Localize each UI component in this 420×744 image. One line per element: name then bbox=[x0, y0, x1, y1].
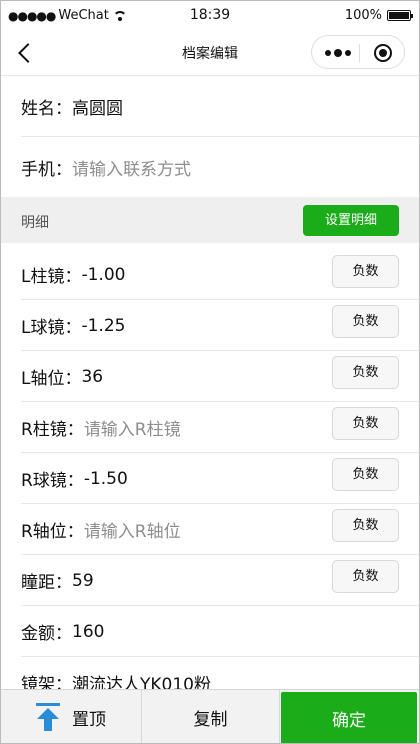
name-value[interactable]: 高圆圆 bbox=[72, 94, 123, 119]
nav-bar: 档案编辑 bbox=[1, 31, 419, 76]
detail-label: L球镜： bbox=[21, 318, 82, 338]
details-section-header: 明细 设置明细 bbox=[1, 197, 419, 243]
negative-button[interactable]: 负数 bbox=[332, 356, 399, 389]
detail-label: R轴位： bbox=[21, 522, 84, 542]
negative-button[interactable]: 负数 bbox=[332, 509, 399, 542]
battery-icon bbox=[387, 10, 413, 21]
detail-label: L柱镜： bbox=[21, 267, 82, 287]
negative-button[interactable]: 负数 bbox=[332, 560, 399, 593]
copy-label: 复制 bbox=[193, 709, 228, 730]
detail-row-amount[interactable]: 金额： 160 bbox=[1, 606, 419, 657]
battery-percent: 100% bbox=[344, 8, 382, 23]
detail-label: R球镜： bbox=[21, 471, 84, 491]
phone-row[interactable]: 手机： 请输入联系方式 bbox=[1, 137, 419, 197]
detail-value[interactable]: -1.50 bbox=[84, 469, 128, 489]
detail-value[interactable]: 160 bbox=[72, 622, 104, 642]
confirm-button[interactable]: 确定 bbox=[281, 692, 417, 743]
detail-row-l-sph[interactable]: L球镜： -1.25 负数 bbox=[1, 300, 419, 351]
negative-button[interactable]: 负数 bbox=[332, 305, 399, 338]
negative-button[interactable]: 负数 bbox=[332, 255, 399, 288]
detail-label: L轴位： bbox=[21, 369, 82, 389]
phone-label: 手机： bbox=[21, 159, 72, 180]
name-label: 姓名： bbox=[21, 98, 72, 119]
detail-value[interactable]: -1.25 bbox=[81, 316, 125, 336]
confirm-label: 确定 bbox=[332, 710, 366, 731]
detail-value[interactable]: 59 bbox=[72, 571, 94, 591]
status-bar: ●●●●● WeChat 18:39 100% bbox=[1, 1, 419, 31]
close-target-icon[interactable] bbox=[374, 44, 392, 62]
pin-top-label: 置顶 bbox=[72, 709, 106, 730]
detail-row-r-sph[interactable]: R球镜： -1.50 负数 bbox=[1, 453, 419, 504]
detail-value[interactable]: 36 bbox=[81, 367, 103, 387]
detail-row-l-cyl[interactable]: L柱镜： -1.00 负数 bbox=[1, 249, 419, 300]
name-row[interactable]: 姓名： 高圆圆 bbox=[1, 75, 419, 137]
set-details-button[interactable]: 设置明细 bbox=[303, 205, 399, 236]
detail-row-l-axis[interactable]: L轴位： 36 负数 bbox=[1, 351, 419, 402]
pin-top-arrow-icon bbox=[36, 703, 60, 731]
app-frame: ●●●●● WeChat 18:39 100% 档案编辑 姓名： 高圆圆 手机：… bbox=[0, 0, 420, 744]
status-right: 100% bbox=[344, 8, 413, 23]
detail-label: 金额： bbox=[21, 624, 72, 644]
pin-top-button[interactable]: 置顶 bbox=[1, 690, 142, 743]
details-section-title: 明细 bbox=[21, 215, 49, 231]
negative-button[interactable]: 负数 bbox=[332, 458, 399, 491]
detail-input[interactable]: 请输入R轴位 bbox=[84, 517, 181, 542]
detail-label: R柱镜： bbox=[21, 420, 84, 440]
detail-label: 瞳距： bbox=[21, 573, 72, 593]
more-options-icon[interactable] bbox=[325, 49, 351, 57]
phone-input[interactable]: 请输入联系方式 bbox=[72, 155, 191, 180]
detail-input[interactable]: 请输入R柱镜 bbox=[84, 415, 181, 440]
detail-row-pd[interactable]: 瞳距： 59 负数 bbox=[1, 555, 419, 606]
detail-row-r-axis[interactable]: R轴位： 请输入R轴位 负数 bbox=[1, 504, 419, 555]
negative-button[interactable]: 负数 bbox=[332, 407, 399, 440]
detail-value[interactable]: -1.00 bbox=[81, 265, 125, 285]
copy-button[interactable]: 复制 bbox=[142, 690, 280, 743]
bottom-action-bar: 置顶 复制 确定 bbox=[1, 689, 419, 743]
detail-row-r-cyl[interactable]: R柱镜： 请输入R柱镜 负数 bbox=[1, 402, 419, 453]
mini-program-capsule bbox=[311, 35, 405, 69]
capsule-divider bbox=[359, 44, 360, 62]
